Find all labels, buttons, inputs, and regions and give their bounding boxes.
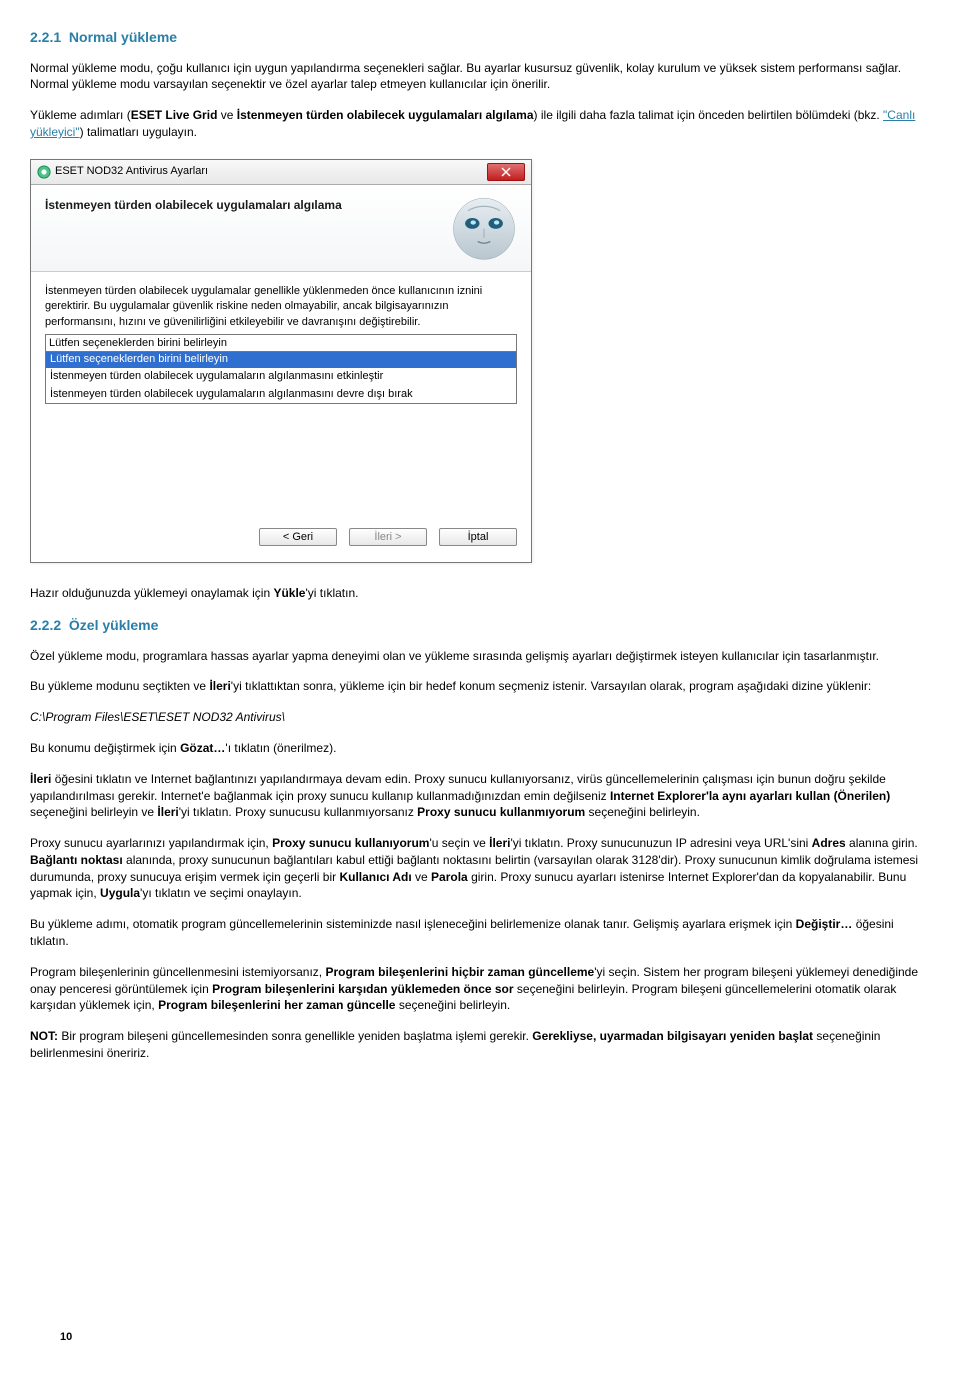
select-option-disable[interactable]: İstenmeyen türden olabilecek uygulamalar…: [46, 386, 516, 403]
page-number: 10: [60, 1330, 72, 1345]
cancel-button[interactable]: İptal: [439, 528, 517, 546]
next-button[interactable]: İleri >: [349, 528, 427, 546]
detection-select-listbox: Lütfen seçeneklerden birini belirleyin İ…: [45, 351, 517, 404]
section1-para1: Normal yükleme modu, çoğu kullanıcı için…: [30, 60, 930, 94]
section2-para6: Bu yükleme adımı, otomatik program günce…: [30, 916, 930, 950]
section1-para2: Yükleme adımları (ESET Live Grid ve İste…: [30, 107, 930, 141]
dialog-body-text: İstenmeyen türden olabilecek uygulamalar…: [31, 272, 531, 334]
section-heading-ozel-yukleme: 2.2.2 Özel yükleme: [30, 616, 930, 636]
robot-face-image: [441, 191, 527, 263]
select-option-placeholder[interactable]: Lütfen seçeneklerden birini belirleyin: [46, 351, 516, 368]
section2-para8-note: NOT: Bir program bileşeni güncellemesind…: [30, 1028, 930, 1062]
section2-para4: İleri öğesini tıklatın ve Internet bağla…: [30, 771, 930, 821]
section2-para2: Bu yükleme modunu seçtikten ve İleri'yi …: [30, 678, 930, 695]
detection-select[interactable]: [45, 334, 517, 352]
section2-para1: Özel yükleme modu, programlara hassas ay…: [30, 648, 930, 665]
section2-para7: Program bileşenlerinin güncellenmesini i…: [30, 964, 930, 1014]
section-heading-normal-yukleme: 2.2.1 Normal yükleme: [30, 28, 930, 48]
back-button[interactable]: < Geri: [259, 528, 337, 546]
install-path: C:\Program Files\ESET\ESET NOD32 Antivir…: [30, 709, 930, 726]
dialog-titlebar: ESET NOD32 Antivirus Ayarları: [31, 160, 531, 185]
section2-para3: Bu konumu değiştirmek için Gözat…'ı tıkl…: [30, 740, 930, 757]
eset-settings-dialog: ESET NOD32 Antivirus Ayarları İstenmeyen…: [30, 159, 532, 563]
select-option-enable[interactable]: İstenmeyen türden olabilecek uygulamalar…: [46, 368, 516, 385]
close-icon[interactable]: [487, 163, 525, 181]
after-dialog-para: Hazır olduğunuzda yüklemeyi onaylamak iç…: [30, 585, 930, 602]
dialog-title: ESET NOD32 Antivirus Ayarları: [55, 164, 208, 179]
section2-para5: Proxy sunucu ayarlarınızı yapılandırmak …: [30, 835, 930, 902]
eset-app-icon: [37, 165, 51, 179]
dialog-header-title: İstenmeyen türden olabilecek uygulamalar…: [31, 185, 356, 271]
dialog-header: İstenmeyen türden olabilecek uygulamalar…: [31, 185, 531, 272]
